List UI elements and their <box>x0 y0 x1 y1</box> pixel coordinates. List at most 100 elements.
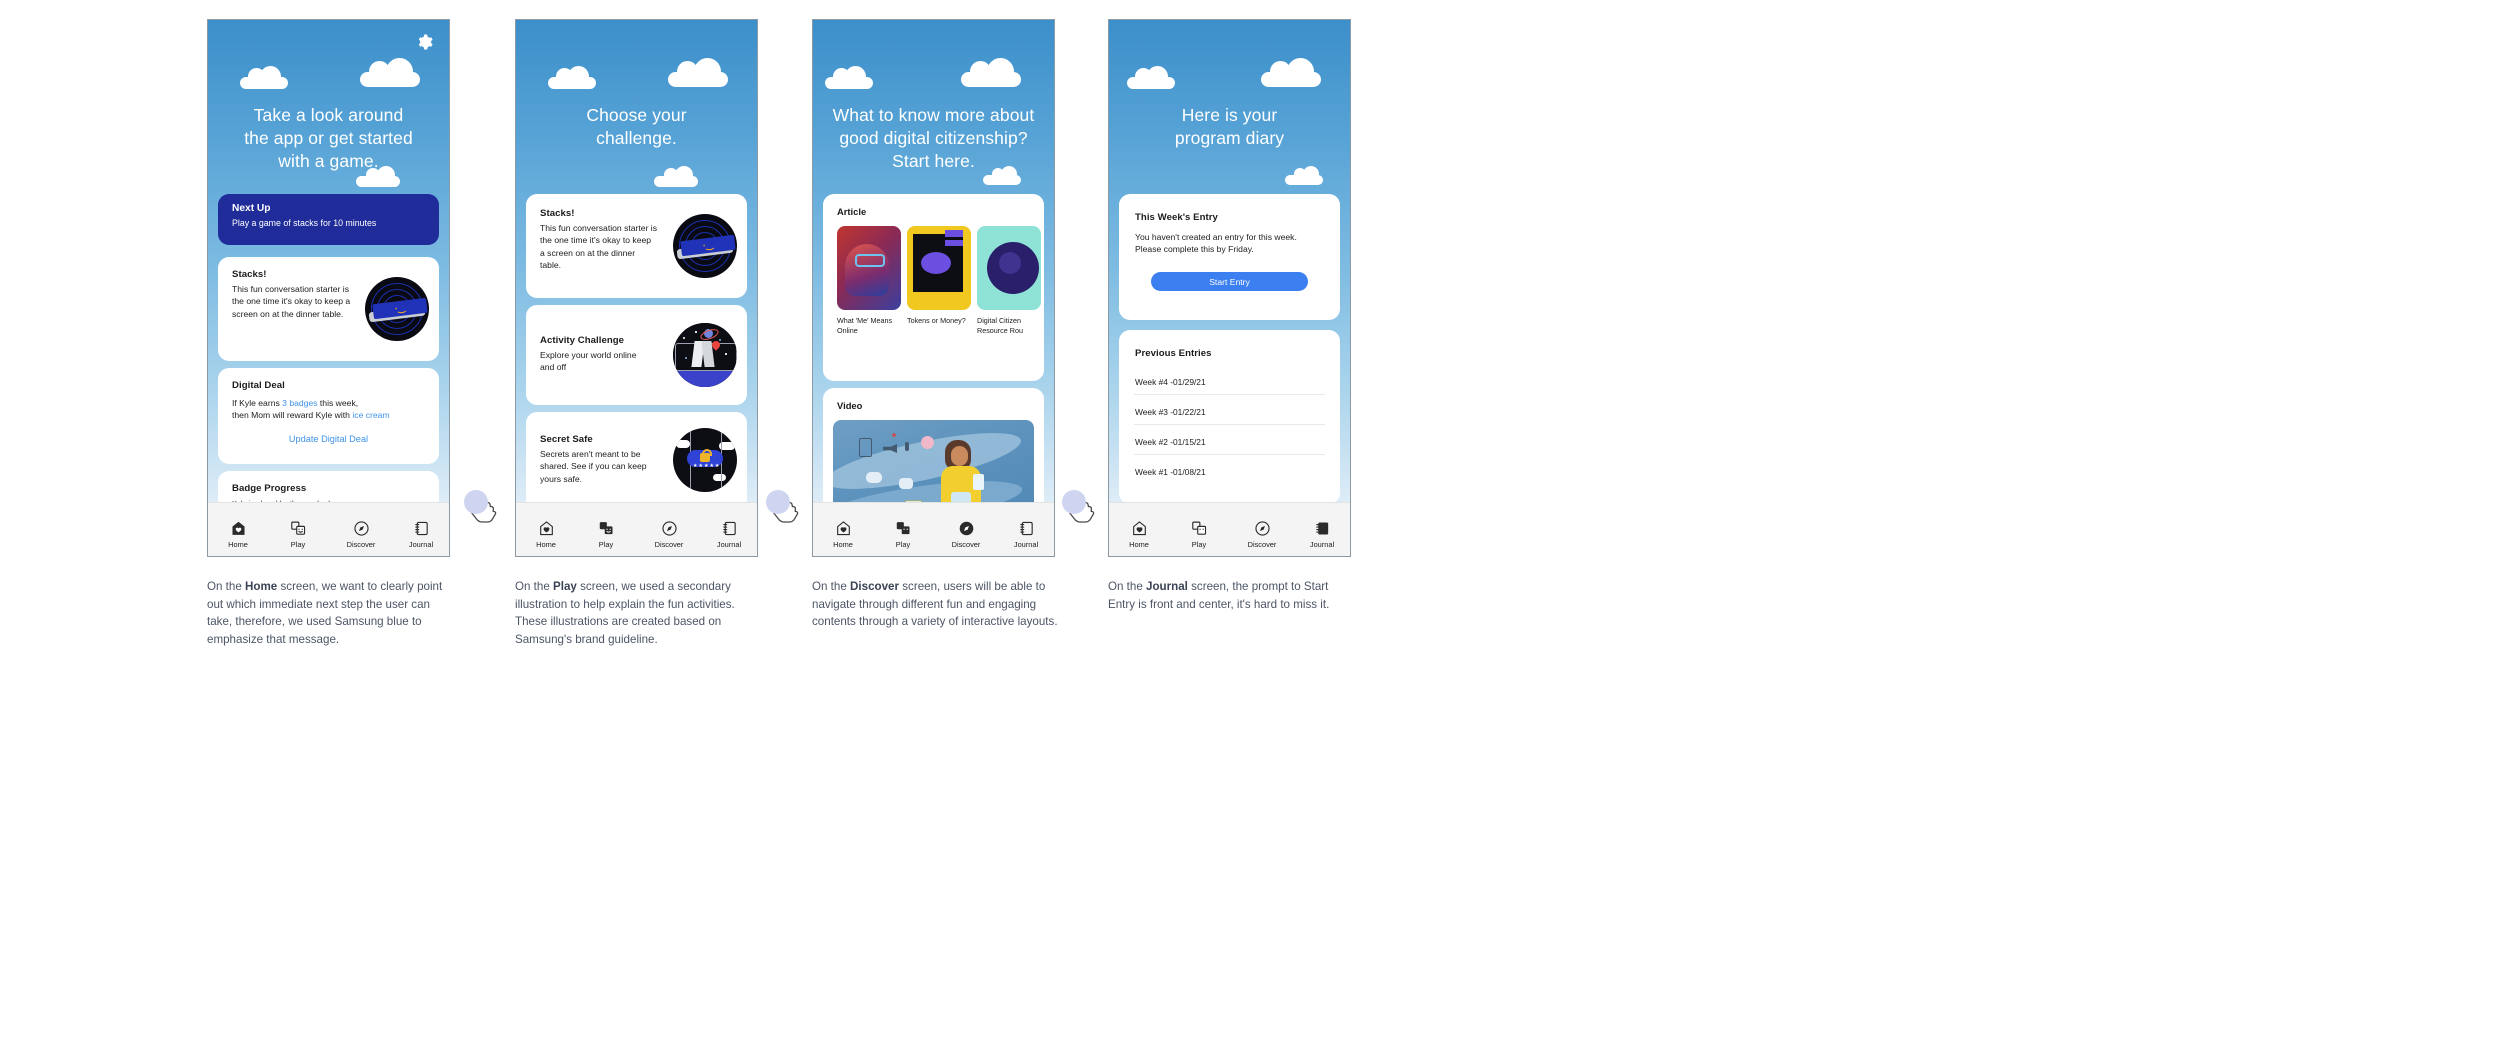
phone-screen-journal: Here is your program diary This Week's E… <box>1108 19 1351 557</box>
previous-entry-row[interactable]: Week #2 -01/15/21 <box>1135 437 1340 447</box>
nav-label: Home <box>536 540 556 549</box>
stacks-card[interactable]: Stacks! This fun conversation starter is… <box>218 257 439 361</box>
nav-item-discover[interactable]: Discover <box>941 519 991 549</box>
nav-label: Journal <box>1013 540 1039 549</box>
previous-entry-row[interactable]: Week #1 -01/08/21 <box>1135 467 1340 477</box>
cloud-icon <box>360 58 420 87</box>
card-body: This fun conversation starter is the one… <box>540 223 658 270</box>
digital-deal-card[interactable]: Digital Deal If Kyle earns 3 badges this… <box>218 368 439 464</box>
nav-label: Play <box>1191 540 1207 549</box>
reward-link[interactable]: ice cream <box>352 410 389 420</box>
nav-item-home[interactable]: Home <box>818 519 868 549</box>
nav-label: Play <box>895 540 911 549</box>
nav-label: Journal <box>1309 540 1335 549</box>
nav-item-home[interactable]: Home <box>1114 519 1164 549</box>
start-entry-button[interactable]: Start Entry <box>1151 272 1308 291</box>
nav-label: Home <box>228 540 248 549</box>
nav-label: Home <box>1129 540 1149 549</box>
cloud-icon <box>548 66 596 89</box>
card-body: Explore your world online and off <box>540 350 637 373</box>
nav-item-home[interactable]: Home <box>213 519 263 549</box>
phone-lock-cloud-illustration: ★★★★★ <box>673 428 737 492</box>
this-week-entry-card[interactable]: This Week's Entry You haven't created an… <box>1119 194 1340 320</box>
screen-header-home: Take a look around the app or get starte… <box>208 104 449 173</box>
notebook-icon <box>396 519 446 537</box>
entry-line-1: You haven't created an entry for this we… <box>1135 232 1297 242</box>
caption-prefix: On the <box>515 580 554 593</box>
next-up-card[interactable]: Next Up Play a game of stacks for 10 min… <box>218 194 439 245</box>
caption-home: On the Home screen, we want to clearly p… <box>207 578 453 649</box>
nav-label: Discover <box>346 540 376 549</box>
nav-item-discover[interactable]: Discover <box>336 519 386 549</box>
home-heart-icon <box>521 519 571 537</box>
update-digital-deal-link[interactable]: Update Digital Deal <box>218 434 439 444</box>
screen-header-discover: What to know more about good digital cit… <box>813 104 1054 173</box>
pointer-cursor <box>1062 488 1102 528</box>
header-line: Choose your <box>586 105 687 125</box>
article-thumb-2[interactable] <box>907 226 971 310</box>
article-thumb-3[interactable] <box>977 226 1041 310</box>
nav-label: Discover <box>951 540 981 549</box>
play-card-stacks[interactable]: Stacks! This fun conversation starter is… <box>526 194 747 298</box>
nav-item-journal[interactable]: Journal <box>396 519 446 549</box>
theater-masks-icon <box>878 519 928 537</box>
compass-icon <box>644 519 694 537</box>
stacks-tablet-wink-illustration: ·‿ <box>365 277 429 341</box>
caption-prefix: On the <box>207 580 246 593</box>
cloud-icon <box>1261 58 1321 87</box>
header-line: the app or get started <box>244 128 413 149</box>
section-title-video: Video <box>837 400 863 411</box>
previous-entry-row[interactable]: Week #4 -01/29/21 <box>1135 377 1340 387</box>
pointer-cursor <box>464 488 504 528</box>
home-heart-icon <box>818 519 868 537</box>
gear-icon[interactable] <box>414 32 434 52</box>
phone-screen-discover: What to know more about good digital cit… <box>812 19 1055 557</box>
start-entry-label: Start Entry <box>1209 276 1250 287</box>
caption-journal: On the Journal screen, the prompt to Sta… <box>1108 578 1354 613</box>
badges-link[interactable]: 3 badges <box>282 398 317 408</box>
previous-entry-row[interactable]: Week #3 -01/22/21 <box>1135 407 1340 417</box>
nav-item-discover[interactable]: Discover <box>644 519 694 549</box>
nav-item-play[interactable]: Play <box>878 519 928 549</box>
nav-item-home[interactable]: Home <box>521 519 571 549</box>
cloud-icon <box>961 58 1021 87</box>
caption-bold: Journal <box>1146 580 1188 593</box>
nav-item-play[interactable]: Play <box>581 519 631 549</box>
nav-item-journal[interactable]: Journal <box>1001 519 1051 549</box>
article-section-card[interactable]: Article What 'Me' Means Online Tokens or <box>823 194 1044 381</box>
caption-play: On the Play screen, we used a secondary … <box>515 578 761 649</box>
nav-label: Home <box>833 540 853 549</box>
article-thumb-1[interactable] <box>837 226 901 310</box>
nav-item-journal[interactable]: Journal <box>1297 519 1347 549</box>
cloud-icon <box>654 166 698 187</box>
home-heart-icon <box>213 519 263 537</box>
space-map-pin-illustration <box>673 323 737 387</box>
cloud-icon <box>1285 166 1323 185</box>
header-line: program diary <box>1174 128 1285 149</box>
card-title: This Week's Entry <box>1135 212 1218 223</box>
theater-masks-icon <box>273 519 323 537</box>
header-line: good digital citizenship? <box>839 128 1028 149</box>
caption-prefix: On the <box>812 580 851 593</box>
nav-item-discover[interactable]: Discover <box>1237 519 1287 549</box>
nav-item-play[interactable]: Play <box>1174 519 1224 549</box>
sky-background: Here is your program diary This Week's E… <box>1109 20 1350 556</box>
nav-label: Discover <box>1247 540 1277 549</box>
next-up-title: Next Up <box>232 203 271 214</box>
header-line: with a game. <box>278 151 379 172</box>
phone-screen-play: Choose your challenge. Stacks! This fun … <box>515 19 758 557</box>
deal-text-b: this week, <box>317 398 359 408</box>
article-caption-3: Digital Citizen Resource Rou <box>977 316 1023 335</box>
entry-line-2: Please complete this by Friday. <box>1135 244 1254 255</box>
play-card-activity[interactable]: Activity Challenge Explore your world on… <box>526 305 747 405</box>
previous-entries-card[interactable]: Previous Entries Week #4 -01/29/21 Week … <box>1119 330 1340 504</box>
nav-item-play[interactable]: Play <box>273 519 323 549</box>
header-line: What to know more about <box>832 105 1035 125</box>
caption-discover: On the Discover screen, users will be ab… <box>812 578 1058 631</box>
nav-item-journal[interactable]: Journal <box>704 519 754 549</box>
screen-header-journal: Here is your program diary <box>1109 104 1350 150</box>
notebook-icon <box>704 519 754 537</box>
play-card-secret[interactable]: Secret Safe Secrets aren't meant to be s… <box>526 412 747 512</box>
card-title: Previous Entries <box>1135 348 1212 359</box>
header-line: Here is your <box>1181 105 1278 125</box>
